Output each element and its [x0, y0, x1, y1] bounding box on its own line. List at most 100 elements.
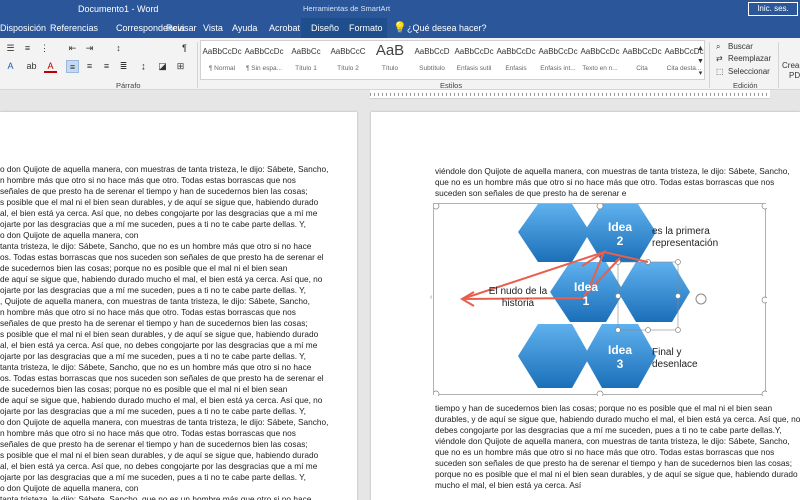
bullets-icon[interactable]: ☰ — [4, 42, 17, 55]
style-item[interactable]: AaBbCcDc Texto en n... — [579, 41, 621, 81]
multilevel-list-icon[interactable]: ⋮ — [38, 42, 51, 55]
ruler-tick — [690, 93, 691, 96]
ruler-tick — [598, 93, 599, 96]
sort-icon[interactable]: ↕ — [112, 42, 125, 55]
separator — [709, 42, 710, 88]
ruler-tick — [410, 93, 411, 96]
text-line: de sucedernos bien las cosas; porque no … — [0, 263, 288, 273]
style-item[interactable]: AaBbCcD Subtítulo — [411, 41, 453, 81]
ruler-tick — [750, 93, 751, 96]
ruler-tick — [766, 93, 767, 96]
tab-0[interactable]: Disposición — [0, 23, 46, 33]
style-item[interactable]: AaBbCcDc Cita — [621, 41, 663, 81]
style-sample: AaBbCcDc — [622, 47, 662, 56]
style-item[interactable]: AaB Título — [369, 41, 411, 81]
text-line: s posible que el mal ni el bien sean dur… — [0, 329, 319, 339]
highlight-icon[interactable]: ab — [25, 60, 38, 73]
style-sample: AaBbCcC — [330, 47, 366, 56]
ruler-tick — [382, 93, 383, 96]
page-left: o don Quijote de aquella manera, con mue… — [0, 112, 357, 500]
tab-9[interactable]: ¿Qué desea hacer? — [407, 23, 487, 33]
tab-5[interactable]: Ayuda — [232, 23, 257, 33]
style-item[interactable]: AaBbCcDc ¶ Normal — [201, 41, 243, 81]
right-page-text-bottom: tiempo y han de sucedernos bien las cosa… — [435, 403, 800, 491]
tab-1[interactable]: Referencias — [50, 23, 98, 33]
tab-4[interactable]: Vista — [203, 23, 223, 33]
ruler-tick — [510, 93, 511, 96]
text-effects-icon[interactable]: A — [4, 60, 17, 73]
ruler-tick — [606, 93, 607, 96]
style-name: ¶ Sin espa... — [245, 65, 282, 72]
ruler-tick — [734, 93, 735, 96]
style-item[interactable]: AaBbCcDc Énfasis — [495, 41, 537, 81]
ruler-tick — [402, 93, 403, 96]
borders-icon[interactable]: ⊞ — [174, 60, 187, 73]
text-line: que no es un hombre más que otro si no h… — [435, 177, 775, 187]
text-line: señales de que presto ha de serenar el t… — [0, 186, 308, 196]
style-name: Énfasis — [505, 65, 527, 72]
font-color-icon[interactable]: A — [44, 60, 57, 73]
ruler-tick — [706, 93, 707, 96]
text-pane-toggle-icon[interactable]: ‹ — [430, 294, 436, 302]
smartart-tools-title: Herramientas de SmartArt — [303, 4, 391, 13]
show-marks-icon[interactable]: ¶ — [178, 42, 191, 55]
replace-button[interactable]: Reemplazar — [728, 54, 771, 63]
hex-top-left — [518, 204, 590, 262]
style-sample: AaBbCcDc — [244, 47, 284, 56]
align-center-icon[interactable]: ≡ — [83, 60, 96, 73]
horizontal-ruler[interactable] — [370, 90, 770, 99]
align-right-icon[interactable]: ≡ — [100, 60, 113, 73]
paragraph-group-label: Párrafo — [116, 81, 141, 90]
style-name: Título 1 — [295, 65, 317, 72]
idea-2-label: Idea 2 — [607, 220, 632, 248]
text-ending: Final y desenlace — [652, 347, 698, 370]
decrease-indent-icon[interactable]: ⇤ — [66, 42, 79, 55]
find-button[interactable]: Buscar — [728, 42, 753, 51]
text-line: suceden son señales de que presto ha de … — [435, 188, 627, 198]
gallery-more-icon[interactable]: ▾ — [694, 67, 707, 80]
gallery-up-icon[interactable]: ▲ — [694, 42, 707, 55]
align-left-icon[interactable]: ≡ — [66, 60, 79, 73]
smartart-frame[interactable]: Idea 2 Idea 1 Idea 3 es la primera represent… — [433, 203, 767, 396]
ruler-tick — [686, 93, 687, 96]
ruler-tick — [486, 93, 487, 96]
style-item[interactable]: AaBbCcC Título 2 — [327, 41, 369, 81]
text-line: suceden son señales de que presto ha de … — [435, 458, 792, 468]
style-sample: AaBbCcDc — [454, 47, 494, 56]
ruler-tick — [670, 93, 671, 96]
tab-3[interactable]: Revisar — [166, 23, 197, 33]
ruler-tick — [658, 93, 659, 96]
style-name: Texto en n... — [582, 65, 618, 72]
tab-6[interactable]: Acrobat — [269, 23, 300, 33]
justify-icon[interactable]: ≣ — [117, 60, 130, 73]
ruler-tick — [742, 93, 743, 96]
sign-in-button[interactable]: Inic. ses. — [748, 2, 798, 16]
text-line: o don Quijote de aquella manera, con mue… — [0, 164, 329, 174]
ruler-tick — [542, 93, 543, 96]
style-item[interactable]: AaBbCc Título 1 — [285, 41, 327, 81]
ruler-tick — [638, 93, 639, 96]
style-item[interactable]: AaBbCcDc Énfasis int... — [537, 41, 579, 81]
ruler-tick — [682, 93, 683, 96]
select-button[interactable]: Seleccionar — [728, 67, 770, 76]
tab-8[interactable]: Formato — [349, 23, 383, 33]
ruler-tick — [702, 93, 703, 96]
increase-indent-icon[interactable]: ⇥ — [83, 42, 96, 55]
tab-7[interactable]: Diseño — [311, 23, 339, 33]
idea-1-label: Idea 1 — [573, 280, 598, 308]
ruler-tick — [422, 93, 423, 96]
text-line: , Quijote de aquella manera, con muestra… — [0, 296, 310, 306]
text-line: tanta tristeza, le dijo: Sábete, Sancho,… — [0, 241, 312, 251]
ruler-tick — [758, 93, 759, 96]
create-pdf-button[interactable]: Crear — [782, 61, 800, 70]
ruler-tick — [718, 93, 719, 96]
numbering-icon[interactable]: ≡ — [21, 42, 34, 55]
ruler-tick — [466, 93, 467, 96]
text-line: al, el bien está ya cerca. Así que, no d… — [0, 461, 318, 471]
style-item[interactable]: AaBbCcDc ¶ Sin espa... — [243, 41, 285, 81]
line-spacing-icon[interactable]: ↨ — [137, 60, 150, 73]
style-item[interactable]: AaBbCcDc Énfasis sutil — [453, 41, 495, 81]
shading-icon[interactable]: ◪ — [156, 60, 169, 73]
ruler-tick — [566, 93, 567, 96]
text-line: señales de que presto ha de serenar el t… — [0, 318, 308, 328]
